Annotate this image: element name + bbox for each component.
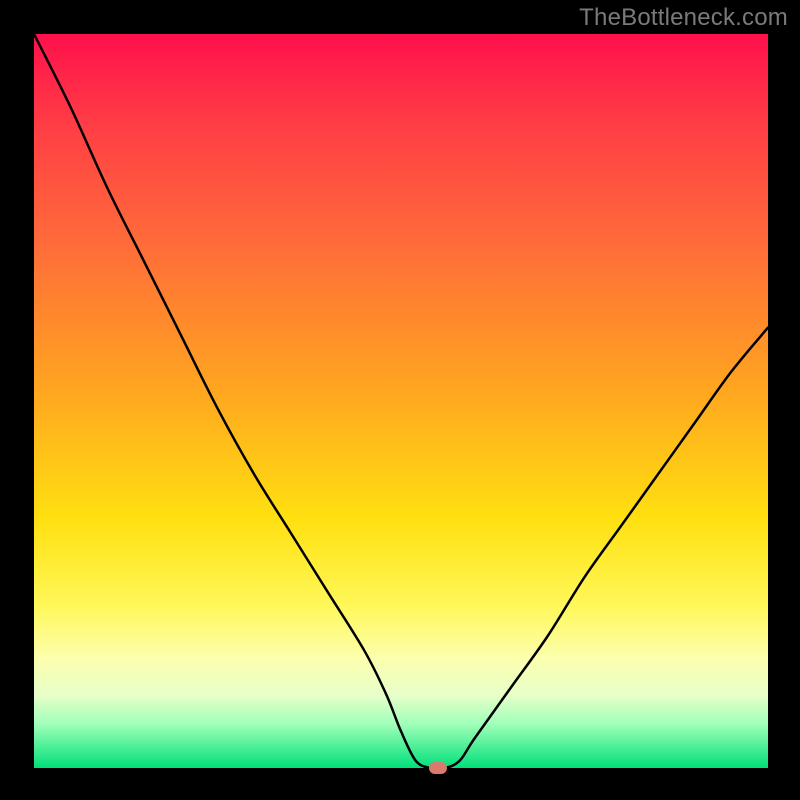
bottleneck-curve xyxy=(34,34,768,768)
watermark-text: TheBottleneck.com xyxy=(579,4,788,32)
chart-container: TheBottleneck.com xyxy=(0,0,800,800)
plot-area xyxy=(34,34,768,768)
optimum-marker xyxy=(429,762,447,774)
